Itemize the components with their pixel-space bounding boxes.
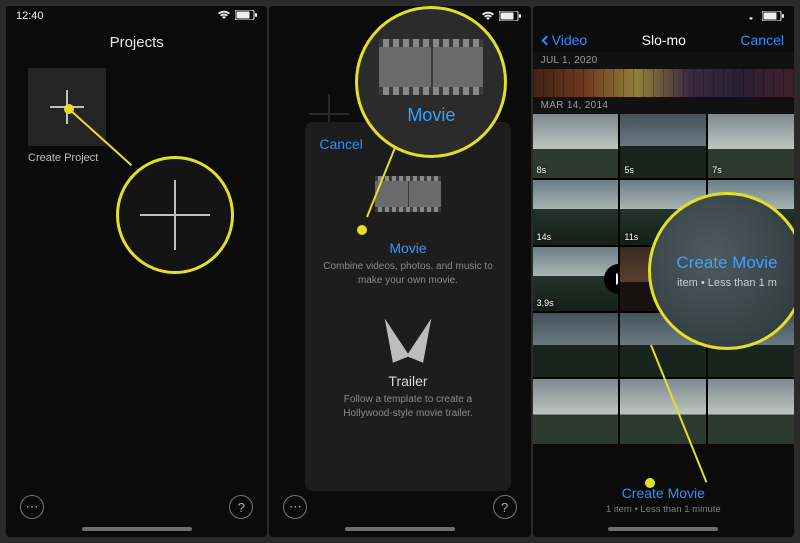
question-icon: ?: [238, 500, 245, 515]
option-trailer-title: Trailer: [319, 373, 496, 389]
wifi-icon: [744, 11, 758, 21]
duration-badge: 8s: [537, 165, 547, 175]
page-title: Projects: [6, 34, 267, 51]
option-trailer[interactable]: Trailer Follow a template to create a Ho…: [319, 317, 496, 420]
video-strip[interactable]: [533, 69, 794, 97]
zoom-circle-movie: Movie: [355, 6, 507, 158]
zoom-label: Movie: [407, 105, 455, 126]
wifi-icon: [217, 10, 231, 23]
back-button[interactable]: Video: [543, 32, 588, 48]
callout-dot: [357, 225, 367, 235]
help-button[interactable]: ?: [493, 495, 517, 519]
option-movie[interactable]: Movie Combine videos, photos, and music …: [319, 176, 496, 287]
duration-badge: 3.9s: [537, 298, 554, 308]
option-trailer-subtitle: Follow a template to create a Hollywood-…: [319, 393, 496, 420]
zoom-subtitle: item • Less than 1 m: [677, 277, 777, 289]
home-indicator: [82, 527, 192, 531]
more-button[interactable]: ⋯: [20, 495, 44, 519]
video-thumb[interactable]: [533, 313, 619, 377]
status-icons: [744, 11, 784, 21]
help-button[interactable]: ?: [229, 495, 253, 519]
video-thumb[interactable]: 14s: [533, 180, 619, 244]
screen-media-picker: Video Slo-mo Cancel JUL 1, 2020 MAR 14, …: [533, 6, 794, 537]
video-thumb[interactable]: [533, 379, 619, 443]
duration-badge: 5s: [624, 165, 634, 175]
film-icon: [379, 39, 483, 95]
spotlight-icon: [378, 317, 438, 363]
wifi-icon: [481, 11, 495, 21]
video-thumb[interactable]: [620, 379, 706, 443]
video-thumb[interactable]: 8s: [533, 114, 619, 178]
status-icons: [217, 10, 257, 23]
section-header: JUL 1, 2020: [533, 52, 794, 69]
chevron-left-icon: [541, 35, 551, 45]
ellipsis-icon: ⋯: [289, 499, 302, 515]
screen-new-project: Movie Cancel New Movie Combine videos, p…: [269, 6, 530, 537]
option-movie-subtitle: Combine videos, photos, and music to mak…: [319, 260, 496, 287]
back-label: Video: [552, 32, 588, 48]
create-movie-button[interactable]: Create Movie: [533, 485, 794, 501]
create-movie-subtitle: 1 item • Less than 1 minute: [533, 504, 794, 515]
zoom-circle-plus: [116, 156, 234, 274]
video-thumb-selected[interactable]: 3.9s: [533, 247, 619, 311]
nav-bar: Video Slo-mo Cancel: [533, 26, 794, 52]
cancel-button[interactable]: Cancel: [740, 32, 784, 48]
home-indicator: [345, 527, 455, 531]
duration-badge: 7s: [712, 165, 722, 175]
duration-badge: 11s: [624, 232, 638, 242]
video-thumb[interactable]: 7s: [708, 114, 794, 178]
battery-icon: [235, 10, 257, 23]
status-bar: 12:40: [6, 6, 267, 26]
status-icons: [481, 11, 521, 21]
cancel-button[interactable]: Cancel: [319, 136, 363, 152]
status-bar: [533, 6, 794, 26]
new-project-sheet: Cancel New Movie Combine videos, photos,…: [305, 122, 510, 491]
create-project-label: Create Project: [28, 152, 98, 164]
video-thumb[interactable]: [708, 379, 794, 443]
option-movie-title: Movie: [319, 240, 496, 256]
zoom-title: Create Movie: [676, 253, 777, 273]
status-time: 12:40: [16, 10, 44, 22]
ellipsis-icon: ⋯: [26, 499, 39, 515]
home-indicator: [608, 527, 718, 531]
create-movie-footer[interactable]: Create Movie 1 item • Less than 1 minute: [533, 475, 794, 537]
video-thumb[interactable]: 5s: [620, 114, 706, 178]
zoom-circle-create-movie: Create Movie item • Less than 1 m: [648, 192, 794, 350]
nav-title: Slo-mo: [642, 32, 686, 48]
duration-badge: 14s: [537, 232, 552, 242]
more-button[interactable]: ⋯: [283, 495, 307, 519]
question-icon: ?: [501, 500, 508, 515]
film-icon: [375, 176, 441, 212]
battery-icon: [499, 11, 521, 21]
battery-icon: [762, 11, 784, 21]
section-header: MAR 14, 2014: [533, 97, 794, 114]
screen-projects: 12:40 Projects Create Project ⋯ ?: [6, 6, 267, 537]
